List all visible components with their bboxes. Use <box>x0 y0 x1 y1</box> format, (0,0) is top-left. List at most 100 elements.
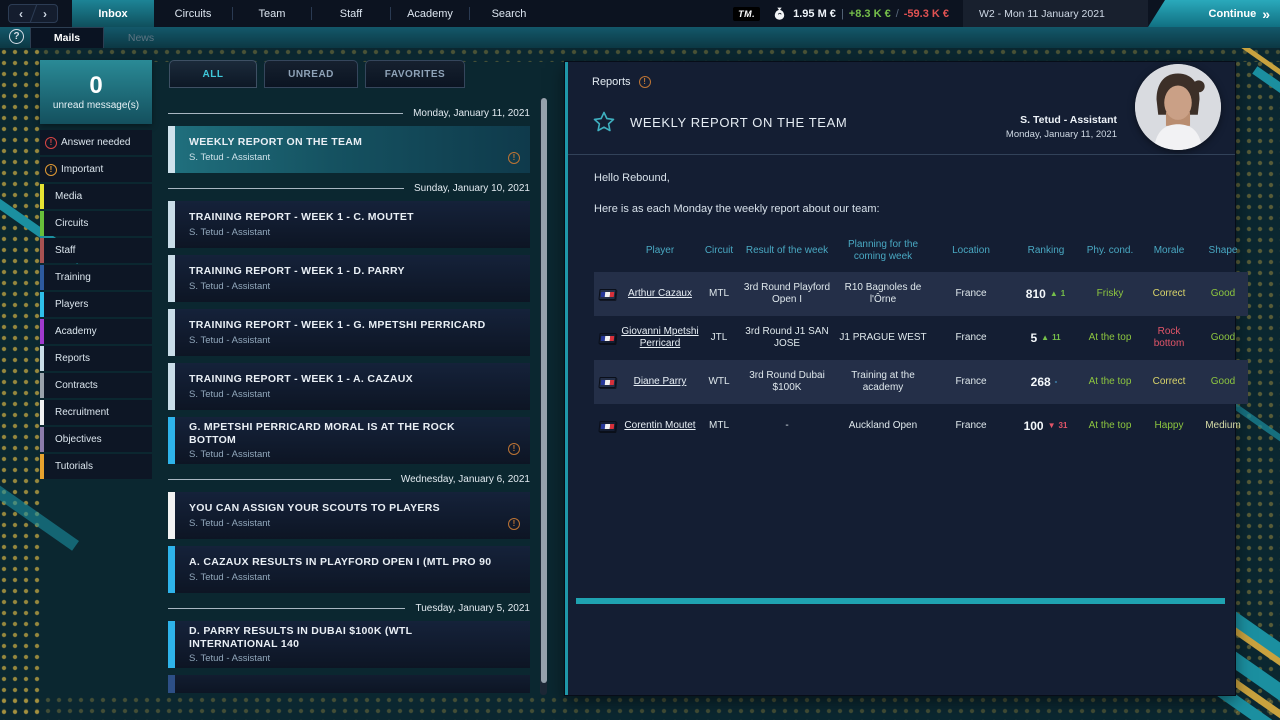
filter-label: Recruitment <box>40 407 109 418</box>
filter-important[interactable]: ! Important <box>40 157 152 182</box>
forward-button[interactable]: › <box>33 5 57 22</box>
game-date: W2 - Mon 11 January 2021 <box>963 0 1148 27</box>
mail-item-moral-rock-bottom[interactable]: G. MPETSHI PERRICARD MORAL IS AT THE ROC… <box>168 417 530 464</box>
phy-cond-cell: At the top <box>1080 418 1140 434</box>
scrollbar-thumb[interactable] <box>541 98 547 683</box>
tab-news[interactable]: News <box>104 27 178 48</box>
mail-item-weekly-report[interactable]: WEEKLY REPORT ON THE TEAM S. Tetud - Ass… <box>168 126 530 173</box>
mail-item-assign-scouts[interactable]: YOU CAN ASSIGN YOUR SCOUTS TO PLAYERS S.… <box>168 492 530 539</box>
filter-tutorials[interactable]: Tutorials <box>40 454 152 479</box>
sender-avatar <box>1135 64 1221 150</box>
mail-title: TRAINING REPORT - WEEK 1 - C. MOUTET <box>189 211 414 224</box>
filter-contracts[interactable]: Contracts <box>40 373 152 398</box>
header-phy-cond: Phy. cond. <box>1080 245 1140 258</box>
alert-icon: ! <box>508 518 520 530</box>
tab-favorites[interactable]: FAVORITES <box>365 60 465 88</box>
date-separator: Wednesday, January 6, 2021 <box>168 474 530 485</box>
sub-nav-bar: ? Mails News <box>0 27 1280 48</box>
filter-label: Media <box>40 191 82 202</box>
unread-label: unread message(s) <box>53 100 139 111</box>
filter-training[interactable]: Training <box>40 265 152 290</box>
date-label: Monday, January 11, 2021 <box>413 108 530 119</box>
filter-circuits[interactable]: Circuits <box>40 211 152 236</box>
mail-title: TRAINING REPORT - WEEK 1 - D. PARRY <box>189 265 405 278</box>
divider <box>168 188 404 189</box>
mail-title: A. CAZAUX RESULTS IN PLAYFORD OPEN I (MT… <box>189 556 491 569</box>
player-link[interactable]: Arthur Cazaux <box>628 288 692 299</box>
filter-objectives[interactable]: Objectives <box>40 427 152 452</box>
continue-button[interactable]: Continue » <box>1148 0 1280 27</box>
shape-cell: Medium <box>1198 418 1248 434</box>
mail-accent-bar <box>168 546 175 593</box>
filter-reports[interactable]: Reports <box>40 346 152 371</box>
tab-team[interactable]: Team <box>233 0 311 27</box>
mail-accent-bar <box>168 363 175 410</box>
section-title: Reports <box>592 76 631 88</box>
divider <box>168 608 405 609</box>
mail-item-cazaux-results[interactable]: A. CAZAUX RESULTS IN PLAYFORD OPEN I (MT… <box>168 546 530 593</box>
weekly-income: +8.3 K € <box>849 8 891 20</box>
report-subject-row: WEEKLY REPORT ON THE TEAM <box>592 110 847 134</box>
table-row-moutet: Corentin Moutet MTL - Auckland Open Fran… <box>594 404 1248 448</box>
filter-label: Circuits <box>40 218 88 229</box>
mail-item-training-parry[interactable]: TRAINING REPORT - WEEK 1 - D. PARRY S. T… <box>168 255 530 302</box>
mail-scrollbar[interactable] <box>540 98 547 695</box>
intro-text: Here is as each Monday the weekly report… <box>594 203 1221 215</box>
back-button[interactable]: ‹ <box>9 5 33 22</box>
tab-mails[interactable]: Mails <box>30 27 104 48</box>
mail-item-partial[interactable] <box>168 675 530 693</box>
filter-list: ! Answer needed ! Important Media Circui… <box>40 130 152 479</box>
report-section: Reports ! <box>592 76 651 88</box>
tab-unread[interactable]: UNREAD <box>264 60 358 88</box>
tab-academy[interactable]: Academy <box>391 0 469 27</box>
tab-inbox[interactable]: Inbox <box>72 0 154 27</box>
unread-count: 0 <box>89 74 102 98</box>
date-separator: Monday, January 11, 2021 <box>168 108 530 119</box>
player-link[interactable]: Giovanni Mpetshi Perricard <box>621 326 698 349</box>
filter-staff[interactable]: Staff <box>40 238 152 263</box>
unread-counter: 0 unread message(s) <box>40 60 152 124</box>
filter-academy[interactable]: Academy <box>40 319 152 344</box>
report-body: Hello Rebound, Here is as each Monday th… <box>594 172 1221 448</box>
player-link[interactable]: Diane Parry <box>634 376 687 387</box>
separator: | <box>841 8 844 20</box>
mail-accent-bar <box>168 309 175 356</box>
mail-item-training-mpetshi[interactable]: TRAINING REPORT - WEEK 1 - G. MPETSHI PE… <box>168 309 530 356</box>
help-icon[interactable]: ? <box>9 29 24 44</box>
mail-item-training-cazaux[interactable]: TRAINING REPORT - WEEK 1 - A. CAZAUX S. … <box>168 363 530 410</box>
flag-france-icon <box>598 333 616 344</box>
location-cell: France <box>930 374 1012 390</box>
morale-cell: Correct <box>1140 286 1198 302</box>
filter-label: Answer needed <box>57 137 131 148</box>
date-separator: Sunday, January 10, 2021 <box>168 183 530 194</box>
tab-all[interactable]: ALL <box>169 60 257 88</box>
planning-cell: R10 Bagnoles de l'Ôrne <box>836 280 930 308</box>
filter-players[interactable]: Players <box>40 292 152 317</box>
circuit-cell: WTL <box>700 374 738 390</box>
alert-icon: ! <box>508 152 520 164</box>
filter-label: Contracts <box>40 380 98 391</box>
rank-change-icon: ▲ <box>1049 287 1059 301</box>
mail-sender: S. Tetud - Assistant <box>189 653 500 664</box>
category-color-bar <box>40 346 44 371</box>
mail-accent-bar <box>168 417 175 464</box>
money-bag-icon <box>772 6 787 21</box>
player-link[interactable]: Corentin Moutet <box>624 420 695 431</box>
favorite-star-icon[interactable] <box>592 110 616 134</box>
tab-circuits[interactable]: Circuits <box>154 0 232 27</box>
mail-title: TRAINING REPORT - WEEK 1 - G. MPETSHI PE… <box>189 319 485 332</box>
continue-label: Continue <box>1209 8 1257 20</box>
mail-item-training-moutet[interactable]: TRAINING REPORT - WEEK 1 - C. MOUTET S. … <box>168 201 530 248</box>
mail-accent-bar <box>168 201 175 248</box>
filter-recruitment[interactable]: Recruitment <box>40 400 152 425</box>
weekly-expense: -59.3 K € <box>904 8 949 20</box>
date-label: Tuesday, January 5, 2021 <box>415 603 530 614</box>
main-nav-tabs: Inbox Circuits Team Staff Academy Search <box>72 0 548 27</box>
mail-accent-bar <box>168 621 175 668</box>
mail-item-parry-results[interactable]: D. PARRY RESULTS IN DUBAI $100K (WTL INT… <box>168 621 530 668</box>
tab-staff[interactable]: Staff <box>312 0 390 27</box>
alert-icon: ! <box>639 76 651 88</box>
filter-media[interactable]: Media <box>40 184 152 209</box>
tab-search[interactable]: Search <box>470 0 548 27</box>
filter-answer-needed[interactable]: ! Answer needed <box>40 130 152 155</box>
